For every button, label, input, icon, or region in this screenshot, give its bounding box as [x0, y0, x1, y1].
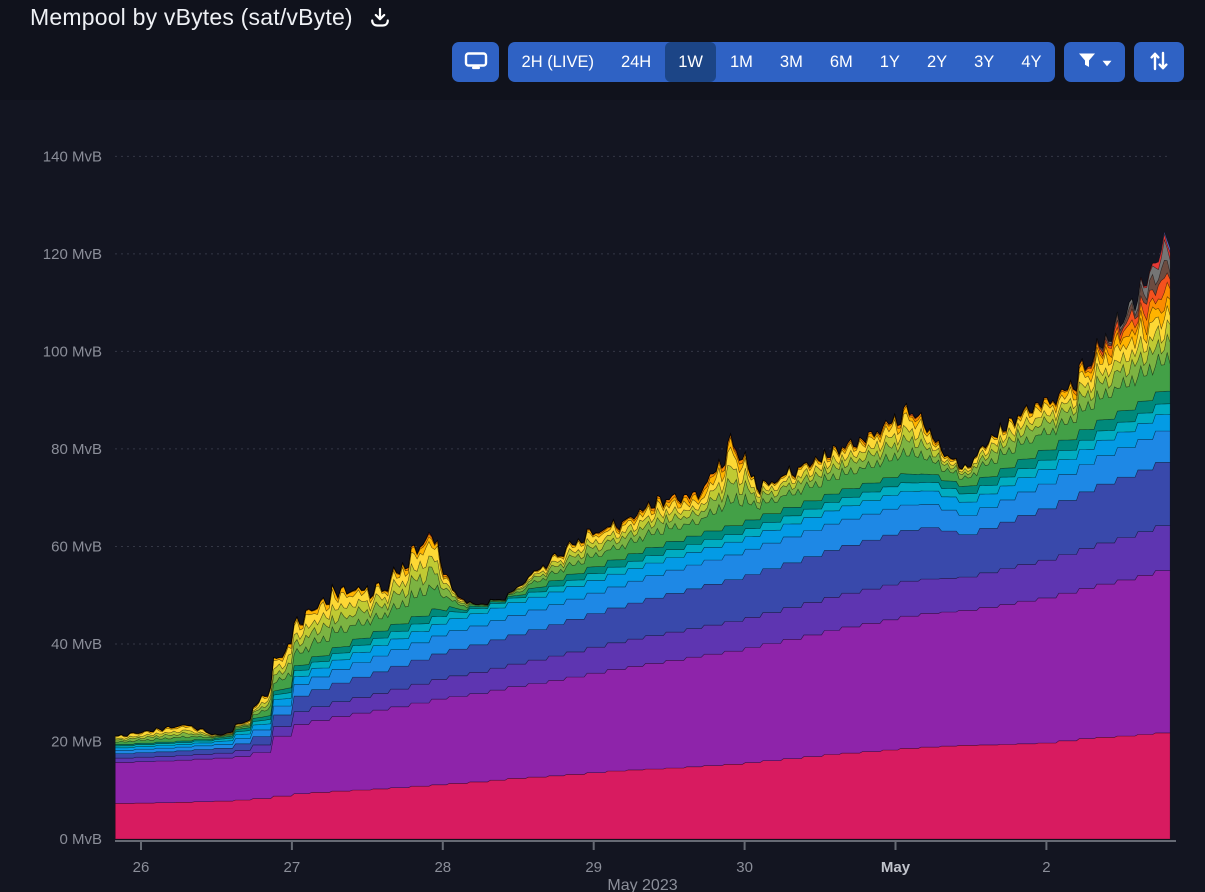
x-axis-label: May [881, 859, 911, 876]
x-axis-label: 2 [1042, 859, 1050, 876]
mempool-stacked-area-chart[interactable]: 0 MvB 20 MvB 40 MvB 60 MvB 80 MvB 100 MvB 120 … [0, 0, 1205, 892]
x-axis-label: 29 [585, 859, 602, 876]
y-axis-label: 40 MvB [51, 636, 102, 653]
y-axis-label: 60 MvB [51, 538, 102, 555]
x-axis-label: 27 [284, 859, 301, 876]
x-axis-label: 26 [133, 859, 150, 876]
y-axis-label: 140 MvB [43, 148, 102, 165]
y-axis-label: 20 MvB [51, 733, 102, 750]
y-axis-label: 120 MvB [43, 246, 102, 263]
x-axis-label: 30 [736, 859, 753, 876]
x-axis-subtitle: May 2023 [607, 877, 677, 892]
y-axis-label: 80 MvB [51, 441, 102, 458]
y-axis-label: 100 MvB [43, 343, 102, 360]
y-axis-label: 0 MvB [59, 831, 102, 848]
x-axis-label: 28 [434, 859, 451, 876]
mempool-graphs-page: Mempool by vBytes (sat/vByte) 2H (LIVE) 2… [0, 0, 1205, 892]
